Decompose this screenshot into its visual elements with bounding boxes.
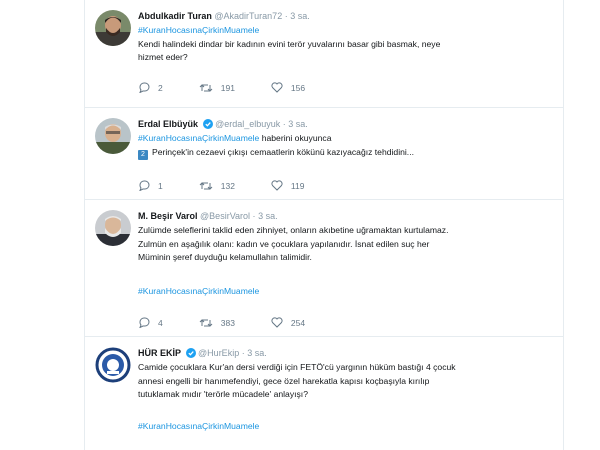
- tweet-text-line: #KuranHocasınaÇirkinMuamele haberini oku…: [138, 132, 553, 146]
- retweet-count: 132: [220, 180, 235, 191]
- like-button[interactable]: 119: [271, 180, 305, 191]
- tweet-header: M. Beşir Varol @BesirVarol · 3 sa.: [138, 210, 553, 222]
- timestamp[interactable]: 3 sa.: [247, 348, 267, 358]
- tweet-header: Abdulkadir Turan @AkadirTuran72 · 3 sa.: [138, 10, 553, 22]
- tweet-text: Camide çocuklara Kur'an dersi verdiği iç…: [138, 361, 553, 402]
- tweet-text: #KuranHocasınaÇirkinMuamele haberini oku…: [138, 132, 553, 160]
- tweet-text-line: Zulmün en aşağılık olanı: kadın ve çocuk…: [138, 238, 430, 249]
- retweet-button[interactable]: 132: [199, 181, 235, 191]
- hashtag-link[interactable]: #KuranHocasınaÇirkinMuamele: [138, 24, 553, 38]
- hashtag-link[interactable]: #KuranHocasınaÇirkinMuamele: [138, 133, 259, 143]
- tweet-text-line: Kendi halindeki dindar bir kadının evini…: [138, 38, 441, 49]
- user-avatar-photo-icon: [95, 210, 131, 246]
- timestamp[interactable]: 3 sa.: [288, 119, 308, 129]
- retweet-count: 191: [220, 82, 235, 93]
- tweet-text-line: Müminin şeref duyduğu kelamullahın talim…: [138, 252, 312, 262]
- tweet-text-fragment: haberini okuyunca: [259, 133, 332, 143]
- author-name[interactable]: Abdulkadir Turan: [138, 11, 212, 21]
- tweet-actions: 4 383 254: [138, 317, 341, 328]
- avatar[interactable]: [95, 347, 131, 383]
- tweet-text-fragment: Perinçek'in cezaevi çıkışı cemaatlerin k…: [152, 146, 414, 157]
- like-count: 119: [290, 180, 305, 191]
- author-handle[interactable]: @erdal_elbuyuk: [215, 119, 280, 129]
- tweet[interactable]: HÜR EKİP @HurEkip · 3 sa. Camide çocukla…: [85, 337, 563, 450]
- hur-ekip-logo-icon: [95, 347, 131, 383]
- retweet-icon: [199, 318, 213, 327]
- like-count: 156: [290, 82, 306, 93]
- avatar[interactable]: [95, 118, 131, 154]
- tweet-text-line: 2 Perinçek'in cezaevi çıkışı cemaatlerin …: [138, 146, 553, 160]
- reply-icon: [139, 180, 150, 191]
- tweet[interactable]: M. Beşir Varol @BesirVarol · 3 sa. Zulüm…: [85, 200, 563, 337]
- tweet[interactable]: Abdulkadir Turan @AkadirTuran72 · 3 sa. …: [85, 0, 563, 108]
- separator-dot: ·: [252, 211, 256, 221]
- separator-dot: ·: [284, 11, 288, 21]
- tweet-text-line: Zulümde seleflerini taklid eden zihniyet…: [138, 225, 449, 235]
- author-handle[interactable]: @AkadirTuran72: [214, 11, 282, 21]
- author-name[interactable]: Erdal Elbüyük: [138, 119, 198, 129]
- author-handle[interactable]: @BesirVarol: [200, 211, 250, 221]
- tweet-text-line: annesi engelli bir hanımefendiyi, gece ö…: [138, 375, 430, 386]
- heart-icon: [271, 82, 283, 93]
- reply-button[interactable]: 2: [138, 82, 163, 93]
- timestamp[interactable]: 3 sa.: [290, 11, 310, 21]
- hashtag-link[interactable]: #KuranHocasınaÇirkinMuamele: [138, 420, 553, 433]
- tweet-feed: Abdulkadir Turan @AkadirTuran72 · 3 sa. …: [84, 0, 564, 450]
- timestamp[interactable]: 3 sa.: [258, 211, 278, 221]
- like-button[interactable]: 254: [271, 317, 305, 328]
- reply-icon: [139, 317, 150, 328]
- reply-count: 2: [158, 82, 163, 93]
- reply-button[interactable]: 1: [138, 180, 163, 191]
- like-button[interactable]: 156: [271, 82, 305, 93]
- author-name[interactable]: M. Beşir Varol: [138, 211, 198, 221]
- tweet-text: Zulümde seleflerini taklid eden zihniyet…: [138, 224, 553, 265]
- like-count: 254: [290, 317, 306, 328]
- reply-icon: [139, 82, 150, 93]
- verified-badge-icon: [202, 119, 213, 129]
- reply-button[interactable]: 4: [138, 317, 163, 328]
- retweet-button[interactable]: 191: [199, 83, 235, 93]
- tweet-text-line: tutuklamak mıdır 'terörle mücadele' anla…: [138, 389, 308, 399]
- retweet-button[interactable]: 383: [199, 318, 235, 328]
- verified-badge-icon: [185, 348, 196, 358]
- avatar[interactable]: [95, 210, 131, 246]
- tweet-text: #KuranHocasınaÇirkinMuamele Kendi halind…: [138, 24, 553, 65]
- tweet-text-line: hizmet eder?: [138, 52, 188, 62]
- tweet[interactable]: Erdal Elbüyük @erdal_elbuyuk · 3 sa. #Ku…: [85, 108, 563, 200]
- tweet-actions: 2 191 156: [138, 82, 341, 93]
- separator-dot: ·: [241, 348, 245, 358]
- heart-icon: [271, 317, 283, 328]
- hashtag-link[interactable]: #KuranHocasınaÇirkinMuamele: [138, 285, 553, 298]
- user-avatar-photo-icon: [95, 118, 131, 154]
- tweet-header: HÜR EKİP @HurEkip · 3 sa.: [138, 347, 553, 359]
- tweet-text-line: Camide çocuklara Kur'an dersi verdiği iç…: [138, 362, 456, 372]
- avatar[interactable]: [95, 10, 131, 46]
- reply-count: 4: [158, 317, 163, 328]
- separator-dot: ·: [282, 119, 286, 129]
- author-handle[interactable]: @HurEkip: [198, 348, 239, 358]
- heart-icon: [271, 180, 283, 191]
- retweet-icon: [199, 83, 213, 92]
- tweet-actions: 1 132 119: [138, 180, 340, 191]
- user-avatar-photo-icon: [95, 10, 131, 46]
- tweet-header: Erdal Elbüyük @erdal_elbuyuk · 3 sa.: [138, 118, 553, 130]
- author-name[interactable]: HÜR EKİP: [138, 348, 181, 358]
- retweet-count: 383: [220, 317, 235, 328]
- retweet-icon: [199, 181, 213, 190]
- reply-count: 1: [158, 180, 163, 191]
- keycap-emoji-icon: 2: [138, 149, 148, 160]
